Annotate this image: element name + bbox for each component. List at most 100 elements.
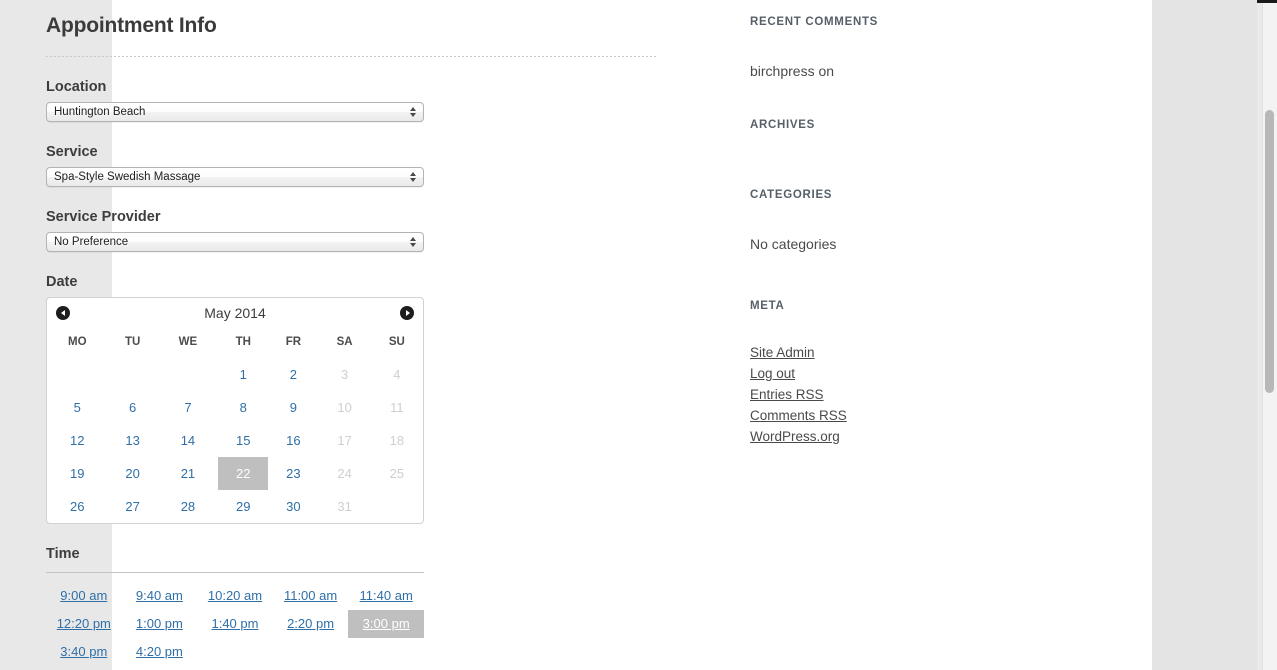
calendar-cell: [47, 358, 108, 391]
meta-link-comments-rss[interactable]: Comments RSS: [750, 408, 1000, 423]
calendar-day-19[interactable]: 19: [47, 457, 108, 490]
appointment-form: Appointment Info Location Huntington Bea…: [46, 0, 706, 670]
time-slot-1-40-pm[interactable]: 1:40 pm: [197, 610, 273, 638]
sidebar: RECENT COMMENTS birchpress on ARCHIVES C…: [750, 0, 1000, 450]
calendar-day-9[interactable]: 9: [268, 391, 318, 424]
time-slot-3-40-pm[interactable]: 3:40 pm: [46, 638, 122, 666]
date-picker: May 2014 MO TU WE TH FR SA SU 1 2 3 4 5 6 7 8 9 10 11 12 1…: [46, 297, 424, 524]
meta-link-log-out[interactable]: Log out: [750, 366, 1000, 381]
calendar-cell: 24: [318, 457, 370, 490]
calendar-day-7[interactable]: 7: [158, 391, 219, 424]
time-slot-3-00-pm[interactable]: 3:00 pm: [348, 610, 424, 638]
vertical-scrollbar-track[interactable]: [1262, 3, 1277, 670]
calendar-day-selected-22[interactable]: 22: [218, 457, 269, 490]
page-title: Appointment Info: [46, 14, 217, 37]
calendar-day-13[interactable]: 13: [108, 424, 158, 457]
location-label: Location: [46, 79, 107, 95]
service-provider-select[interactable]: No Preference: [46, 232, 424, 252]
location-select-wrap: Huntington Beach: [46, 102, 424, 122]
calendar-day-empty: [47, 358, 108, 391]
calendar-day-20[interactable]: 20: [108, 457, 158, 490]
calendar-day-27[interactable]: 27: [108, 490, 158, 523]
meta-title: META: [750, 300, 785, 312]
calendar-week-row: 12 13 14 15 16 17 18: [47, 424, 423, 457]
calendar-cell: [158, 358, 219, 391]
calendar-weekday-mo: MO: [68, 336, 87, 348]
calendar-cell: 10: [318, 391, 370, 424]
calendar-week-row: 12 3 4: [47, 358, 423, 391]
calendar-day-16[interactable]: 16: [268, 424, 318, 457]
calendar-day-6[interactable]: 6: [108, 391, 158, 424]
vertical-scrollbar-thumb[interactable]: [1265, 110, 1274, 393]
service-provider-select-wrap: No Preference: [46, 232, 424, 252]
calendar-cell: 29: [218, 490, 268, 523]
archives-title: ARCHIVES: [750, 119, 816, 131]
calendar-day-unavailable-11: 11: [390, 400, 404, 415]
calendar-prev-month-button[interactable]: [56, 306, 70, 320]
calendar-cell: 22: [218, 457, 269, 490]
time-slot-10-20-am[interactable]: 10:20 am: [197, 582, 273, 610]
page-gutter-right: [1152, 0, 1257, 670]
recent-comments-title: RECENT COMMENTS: [750, 16, 879, 28]
calendar-cell: 13: [108, 424, 158, 457]
time-slot-12-20-pm[interactable]: 12:20 pm: [46, 610, 122, 638]
calendar-cell: 9: [268, 391, 318, 424]
recent-comment-item: birchpress on: [750, 63, 835, 79]
calendar-cell: 23: [268, 457, 318, 490]
meta-link-wordpress-org[interactable]: WordPress.org: [750, 429, 1000, 444]
location-select[interactable]: Huntington Beach: [46, 102, 424, 122]
calendar-day-14[interactable]: 14: [158, 424, 219, 457]
meta-link-site-admin[interactable]: Site Admin: [750, 345, 1000, 360]
calendar-day-29[interactable]: 29: [218, 490, 268, 523]
calendar-cell: 25: [371, 457, 423, 490]
calendar-day-8[interactable]: 8: [218, 391, 268, 424]
calendar-weekday-th: TH: [235, 336, 251, 348]
calendar-cell: 18: [371, 424, 423, 457]
calendar-week-row: 26 27 28 29 30 31: [47, 490, 423, 523]
calendar-cell: 16: [268, 424, 318, 457]
service-label: Service: [46, 144, 98, 160]
time-slot-11-40-am[interactable]: 11:40 am: [348, 582, 424, 610]
calendar-day-23[interactable]: 23: [268, 457, 318, 490]
calendar-day-12[interactable]: 12: [47, 424, 108, 457]
service-select[interactable]: Spa-Style Swedish Massage: [46, 167, 424, 187]
calendar-day-28[interactable]: 28: [158, 490, 219, 523]
calendar-day-5[interactable]: 5: [47, 391, 108, 424]
calendar-day-unavailable-25: 25: [389, 466, 405, 481]
calendar-day-1[interactable]: 1: [218, 358, 268, 391]
time-slot-4-20-pm[interactable]: 4:20 pm: [122, 638, 198, 666]
meta-link-entries-rss[interactable]: Entries RSS: [750, 387, 1000, 402]
time-slot-2-20-pm[interactable]: 2:20 pm: [273, 610, 349, 638]
calendar-cell: 1: [218, 358, 268, 391]
widget-meta: META Site Admin Log out Entries RSS Comment…: [750, 300, 1000, 444]
categories-title: CATEGORIES: [750, 189, 833, 201]
calendar-month-title: May 2014: [204, 305, 266, 321]
calendar-day-2[interactable]: 2: [268, 358, 318, 391]
calendar-day-26[interactable]: 26: [47, 490, 108, 523]
time-slot-9-00-am[interactable]: 9:00 am: [46, 582, 122, 610]
calendar-day-unavailable-10: 10: [337, 400, 352, 415]
calendar-day-15[interactable]: 15: [218, 424, 268, 457]
time-label: Time: [46, 546, 80, 562]
calendar-cell: 7: [158, 391, 219, 424]
time-slot-1-00-pm[interactable]: 1:00 pm: [122, 610, 198, 638]
time-slot-9-40-am[interactable]: 9:40 am: [122, 582, 198, 610]
time-divider-top: [46, 572, 424, 573]
widget-recent-comments: RECENT COMMENTS birchpress on: [750, 16, 1000, 79]
calendar-body: 1 2 3 4 5 6 7 8 9 10 11 12 13 14 15 16 17 18 19 20 21 22 23 24 2…: [47, 358, 423, 523]
time-slot-11-00-am[interactable]: 11:00 am: [273, 582, 349, 610]
time-slot-grid: 9:00 am 9:40 am 10:20 am 11:00 am 11:40 am 12…: [46, 582, 424, 666]
calendar-cell: [371, 490, 423, 523]
calendar-cell: 14: [158, 424, 219, 457]
calendar-cell: [108, 358, 158, 391]
calendar-weekday-tu: TU: [124, 336, 141, 348]
service-select-wrap: Spa-Style Swedish Massage: [46, 167, 424, 187]
calendar-day-30[interactable]: 30: [268, 490, 318, 523]
calendar-cell: 26: [47, 490, 108, 523]
calendar-day-21[interactable]: 21: [158, 457, 219, 490]
calendar-next-month-button[interactable]: [400, 306, 414, 320]
calendar-weekday-su: SU: [388, 336, 405, 348]
date-label: Date: [46, 274, 78, 290]
calendar-weekday-row: MO TU WE TH FR SA SU: [47, 328, 423, 358]
calendar-cell: 28: [158, 490, 219, 523]
